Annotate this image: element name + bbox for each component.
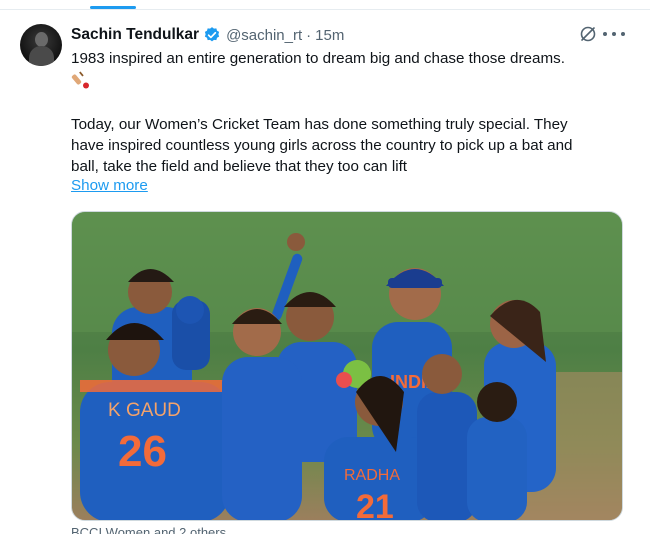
tweet-text-line: have inspired countless young girls acro… xyxy=(71,137,573,154)
top-divider xyxy=(0,9,650,10)
player-figure xyxy=(172,296,210,370)
tweet-time[interactable]: 15m xyxy=(315,27,344,44)
player-figure xyxy=(222,308,302,520)
tweet-text-line: 1983 inspired an entire generation to dr… xyxy=(71,50,565,67)
tweet-media-photo[interactable]: INDIA K GAUD 26 RADHA 21 xyxy=(71,211,623,521)
author-handle[interactable]: @sachin_rt xyxy=(226,27,302,44)
tweet-text-line: Today, our Women’s Cricket Team has done… xyxy=(71,116,568,133)
author-name[interactable]: Sachin Tendulkar xyxy=(71,26,199,44)
tweet-paragraph: Today, our Women’s Cricket Team has done… xyxy=(71,114,626,177)
tweet-header: Sachin Tendulkar @sachin_rt · 15m xyxy=(71,25,344,45)
active-tab-indicator xyxy=(90,6,136,9)
jersey-number: 21 xyxy=(356,488,394,521)
grok-icon[interactable] xyxy=(578,24,598,44)
jersey-number: 26 xyxy=(118,427,167,476)
cricket-bat-emoji-icon xyxy=(71,71,89,89)
separator-dot: · xyxy=(306,26,312,44)
avatar[interactable] xyxy=(20,24,62,66)
verified-badge-icon xyxy=(204,27,220,42)
tweet-text-line: ball, take the field and believe that th… xyxy=(71,158,408,175)
team-celebration-photo: INDIA K GAUD 26 RADHA 21 xyxy=(72,212,622,521)
show-more-link[interactable]: Show more xyxy=(71,177,148,194)
more-options-icon[interactable] xyxy=(603,26,625,42)
jersey-name: RADHA xyxy=(344,467,400,484)
media-caption[interactable]: BCCI Women and 2 others xyxy=(71,525,226,534)
jersey-name: K GAUD xyxy=(108,400,181,421)
